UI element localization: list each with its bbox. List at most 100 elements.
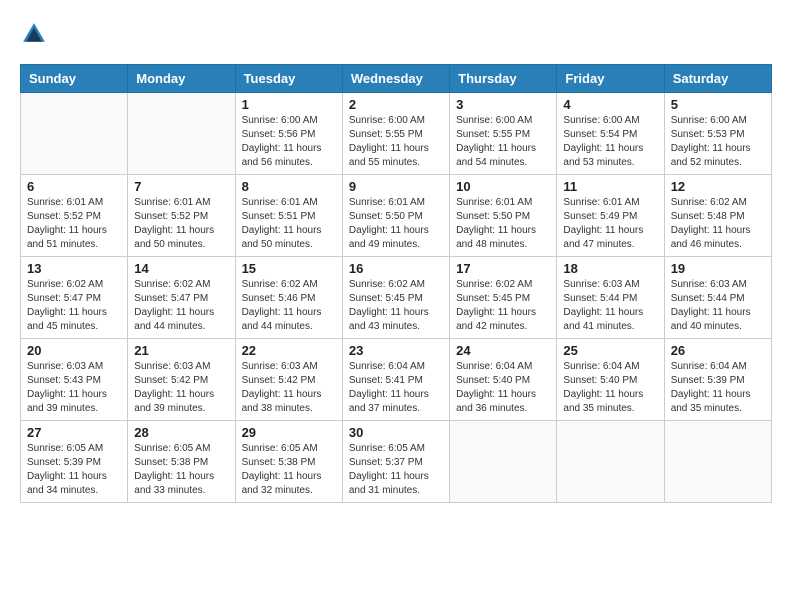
calendar-cell: 28 Sunrise: 6:05 AM Sunset: 5:38 PM Dayli… <box>128 421 235 503</box>
calendar-cell: 5 Sunrise: 6:00 AM Sunset: 5:53 PM Daylig… <box>664 93 771 175</box>
day-info: Sunrise: 6:02 AM Sunset: 5:46 PM Dayligh… <box>242 278 336 334</box>
weekday-header-friday: Friday <box>557 65 664 93</box>
day-number: 28 <box>134 425 228 440</box>
calendar-cell: 16 Sunrise: 6:02 AM Sunset: 5:45 PM Dayli… <box>342 257 449 339</box>
day-number: 10 <box>456 179 550 194</box>
calendar-cell: 3 Sunrise: 6:00 AM Sunset: 5:55 PM Daylig… <box>450 93 557 175</box>
calendar-cell: 12 Sunrise: 6:02 AM Sunset: 5:48 PM Dayli… <box>664 175 771 257</box>
day-info: Sunrise: 6:00 AM Sunset: 5:53 PM Dayligh… <box>671 114 765 170</box>
day-info: Sunrise: 6:02 AM Sunset: 5:48 PM Dayligh… <box>671 196 765 252</box>
day-number: 3 <box>456 97 550 112</box>
day-number: 15 <box>242 261 336 276</box>
day-info: Sunrise: 6:01 AM Sunset: 5:50 PM Dayligh… <box>456 196 550 252</box>
day-info: Sunrise: 6:00 AM Sunset: 5:55 PM Dayligh… <box>456 114 550 170</box>
day-info: Sunrise: 6:04 AM Sunset: 5:40 PM Dayligh… <box>456 360 550 416</box>
day-number: 8 <box>242 179 336 194</box>
calendar-cell: 17 Sunrise: 6:02 AM Sunset: 5:45 PM Dayli… <box>450 257 557 339</box>
day-number: 30 <box>349 425 443 440</box>
day-info: Sunrise: 6:01 AM Sunset: 5:49 PM Dayligh… <box>563 196 657 252</box>
day-info: Sunrise: 6:03 AM Sunset: 5:42 PM Dayligh… <box>134 360 228 416</box>
day-number: 13 <box>27 261 121 276</box>
page-header <box>20 20 772 48</box>
calendar-cell: 23 Sunrise: 6:04 AM Sunset: 5:41 PM Dayli… <box>342 339 449 421</box>
day-info: Sunrise: 6:05 AM Sunset: 5:38 PM Dayligh… <box>134 442 228 498</box>
day-info: Sunrise: 6:01 AM Sunset: 5:50 PM Dayligh… <box>349 196 443 252</box>
calendar-cell: 10 Sunrise: 6:01 AM Sunset: 5:50 PM Dayli… <box>450 175 557 257</box>
day-info: Sunrise: 6:05 AM Sunset: 5:38 PM Dayligh… <box>242 442 336 498</box>
day-number: 24 <box>456 343 550 358</box>
day-info: Sunrise: 6:05 AM Sunset: 5:37 PM Dayligh… <box>349 442 443 498</box>
calendar-cell: 7Sunrise: 6:01 AM Sunset: 5:52 PM Daylig… <box>128 175 235 257</box>
day-info: Sunrise: 6:00 AM Sunset: 5:56 PM Dayligh… <box>242 114 336 170</box>
day-number: 5 <box>671 97 765 112</box>
day-number: 9 <box>349 179 443 194</box>
day-info: Sunrise: 6:00 AM Sunset: 5:54 PM Dayligh… <box>563 114 657 170</box>
weekday-header-tuesday: Tuesday <box>235 65 342 93</box>
day-info: Sunrise: 6:03 AM Sunset: 5:44 PM Dayligh… <box>563 278 657 334</box>
logo <box>20 20 50 48</box>
day-number: 12 <box>671 179 765 194</box>
weekday-header-monday: Monday <box>128 65 235 93</box>
calendar-cell <box>450 421 557 503</box>
calendar-cell: 4 Sunrise: 6:00 AM Sunset: 5:54 PM Daylig… <box>557 93 664 175</box>
weekday-header-sunday: Sunday <box>21 65 128 93</box>
calendar-week-row: 20 Sunrise: 6:03 AM Sunset: 5:43 PM Dayli… <box>21 339 772 421</box>
day-number: 17 <box>456 261 550 276</box>
calendar-cell: 24 Sunrise: 6:04 AM Sunset: 5:40 PM Dayli… <box>450 339 557 421</box>
calendar-cell: 1 Sunrise: 6:00 AM Sunset: 5:56 PM Daylig… <box>235 93 342 175</box>
day-info: Sunrise: 6:01 AM Sunset: 5:52 PM Dayligh… <box>27 196 121 252</box>
calendar-week-row: 6 Sunrise: 6:01 AM Sunset: 5:52 PM Daylig… <box>21 175 772 257</box>
calendar-week-row: 27 Sunrise: 6:05 AM Sunset: 5:39 PM Dayli… <box>21 421 772 503</box>
calendar-cell: 19 Sunrise: 6:03 AM Sunset: 5:44 PM Dayli… <box>664 257 771 339</box>
day-info: Sunrise: 6:04 AM Sunset: 5:40 PM Dayligh… <box>563 360 657 416</box>
weekday-header-wednesday: Wednesday <box>342 65 449 93</box>
day-number: 26 <box>671 343 765 358</box>
day-info: Sunrise: 6:01 AM Sunset: 5:51 PM Dayligh… <box>242 196 336 252</box>
day-number: 29 <box>242 425 336 440</box>
day-number: 4 <box>563 97 657 112</box>
calendar-cell: 20 Sunrise: 6:03 AM Sunset: 5:43 PM Dayli… <box>21 339 128 421</box>
calendar-cell: 18 Sunrise: 6:03 AM Sunset: 5:44 PM Dayli… <box>557 257 664 339</box>
day-info: Sunrise: 6:02 AM Sunset: 5:45 PM Dayligh… <box>456 278 550 334</box>
calendar-week-row: 1 Sunrise: 6:00 AM Sunset: 5:56 PM Daylig… <box>21 93 772 175</box>
calendar-cell: 30 Sunrise: 6:05 AM Sunset: 5:37 PM Dayli… <box>342 421 449 503</box>
day-info: Sunrise: 6:05 AM Sunset: 5:39 PM Dayligh… <box>27 442 121 498</box>
day-info: Sunrise: 6:02 AM Sunset: 5:47 PM Dayligh… <box>134 278 228 334</box>
day-number: 11 <box>563 179 657 194</box>
day-number: 27 <box>27 425 121 440</box>
day-number: 2 <box>349 97 443 112</box>
calendar-cell <box>21 93 128 175</box>
day-number: 22 <box>242 343 336 358</box>
day-number: 19 <box>671 261 765 276</box>
calendar-cell: 25 Sunrise: 6:04 AM Sunset: 5:40 PM Dayli… <box>557 339 664 421</box>
day-number: 1 <box>242 97 336 112</box>
day-number: 18 <box>563 261 657 276</box>
day-number: 20 <box>27 343 121 358</box>
day-number: 16 <box>349 261 443 276</box>
day-info: Sunrise: 6:03 AM Sunset: 5:43 PM Dayligh… <box>27 360 121 416</box>
calendar-table: SundayMondayTuesdayWednesdayThursdayFrid… <box>20 64 772 503</box>
day-number: 14 <box>134 261 228 276</box>
day-number: 6 <box>27 179 121 194</box>
day-info: Sunrise: 6:00 AM Sunset: 5:55 PM Dayligh… <box>349 114 443 170</box>
day-number: 21 <box>134 343 228 358</box>
day-info: Sunrise: 6:02 AM Sunset: 5:45 PM Dayligh… <box>349 278 443 334</box>
calendar-header-row: SundayMondayTuesdayWednesdayThursdayFrid… <box>21 65 772 93</box>
day-info: Sunrise: 6:04 AM Sunset: 5:41 PM Dayligh… <box>349 360 443 416</box>
day-info: Sunrise: 6:02 AM Sunset: 5:47 PM Dayligh… <box>27 278 121 334</box>
calendar-cell: 14 Sunrise: 6:02 AM Sunset: 5:47 PM Dayli… <box>128 257 235 339</box>
day-number: 25 <box>563 343 657 358</box>
calendar-cell: 27 Sunrise: 6:05 AM Sunset: 5:39 PM Dayli… <box>21 421 128 503</box>
day-info: Sunrise: 6:03 AM Sunset: 5:44 PM Dayligh… <box>671 278 765 334</box>
day-number: 23 <box>349 343 443 358</box>
calendar-cell <box>128 93 235 175</box>
calendar-cell: 29 Sunrise: 6:05 AM Sunset: 5:38 PM Dayli… <box>235 421 342 503</box>
day-info: Sunrise: 6:01 AM Sunset: 5:52 PM Dayligh… <box>134 196 228 252</box>
calendar-cell: 13 Sunrise: 6:02 AM Sunset: 5:47 PM Dayli… <box>21 257 128 339</box>
calendar-cell: 8 Sunrise: 6:01 AM Sunset: 5:51 PM Daylig… <box>235 175 342 257</box>
logo-icon <box>20 20 48 48</box>
calendar-cell: 11 Sunrise: 6:01 AM Sunset: 5:49 PM Dayli… <box>557 175 664 257</box>
calendar-week-row: 13 Sunrise: 6:02 AM Sunset: 5:47 PM Dayli… <box>21 257 772 339</box>
calendar-cell: 9 Sunrise: 6:01 AM Sunset: 5:50 PM Daylig… <box>342 175 449 257</box>
weekday-header-thursday: Thursday <box>450 65 557 93</box>
